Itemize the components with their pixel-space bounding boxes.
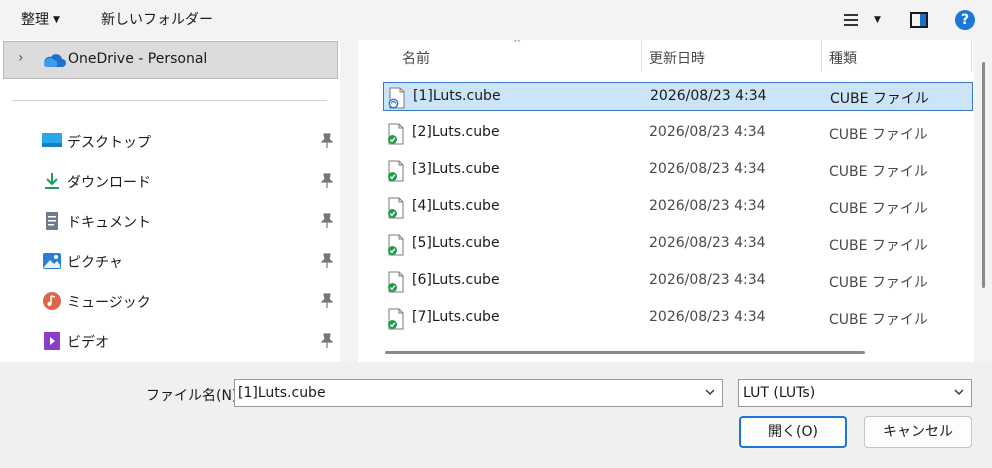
- file-type: CUBE ファイル: [829, 312, 928, 328]
- chevron-down-icon: ▼: [53, 15, 60, 25]
- nav-divider: [12, 100, 327, 101]
- organize-label: 整理: [21, 12, 49, 28]
- document-icon: [46, 212, 58, 230]
- file-icon: [388, 308, 404, 330]
- view-options-button[interactable]: ▼: [840, 8, 884, 32]
- horizontal-scrollbar[interactable]: [385, 351, 865, 354]
- filetype-select[interactable]: LUT (LUTs): [738, 379, 972, 407]
- file-type: CUBE ファイル: [829, 201, 928, 217]
- file-date: 2026/08/23 4:34: [649, 309, 766, 325]
- column-divider[interactable]: [821, 40, 822, 72]
- file-type: CUBE ファイル: [830, 91, 929, 107]
- filename-label: ファイル名(N):: [146, 388, 243, 404]
- file-name: [6]Luts.cube: [412, 272, 500, 288]
- nav-item-onedrive[interactable]: › OneDrive - Personal: [3, 41, 338, 79]
- chevron-right-icon[interactable]: ›: [18, 50, 24, 66]
- nav-item-pictures[interactable]: ピクチャ: [0, 244, 340, 278]
- new-folder-button[interactable]: 新しいフォルダー: [101, 8, 213, 32]
- nav-item-desktop[interactable]: デスクトップ: [0, 124, 340, 158]
- column-type[interactable]: 種類: [829, 48, 857, 68]
- file-name: [5]Luts.cube: [412, 235, 500, 251]
- nav-item-music[interactable]: ミュージック: [0, 284, 340, 318]
- file-type: CUBE ファイル: [829, 164, 928, 180]
- vertical-scrollbar[interactable]: [982, 62, 985, 288]
- pane-splitter[interactable]: [340, 40, 358, 362]
- file-list: ^ 名前 更新日時 種類 [1]Luts.cube 2026/08/23 4:34…: [358, 40, 992, 362]
- cancel-button[interactable]: キャンセル: [864, 416, 972, 448]
- file-type: CUBE ファイル: [829, 275, 928, 291]
- file-icon: [388, 234, 404, 256]
- pin-icon[interactable]: [320, 173, 334, 189]
- chevron-down-icon[interactable]: [952, 384, 966, 400]
- nav-item-label: ドキュメント: [67, 215, 151, 231]
- table-row[interactable]: [2]Luts.cube 2026/08/23 4:34 CUBE ファイル: [383, 119, 973, 148]
- nav-item-label: ダウンロード: [67, 175, 151, 191]
- nav-item-label: ビデオ: [67, 335, 109, 351]
- organize-button[interactable]: 整理 ▼: [21, 8, 60, 32]
- file-date: 2026/08/23 4:34: [649, 161, 766, 177]
- music-icon: [43, 292, 61, 310]
- preview-pane-icon[interactable]: [910, 12, 928, 28]
- onedrive-cloud-icon: [44, 54, 66, 67]
- file-date: 2026/08/23 4:34: [649, 235, 766, 251]
- filename-input[interactable]: [1]Luts.cube: [234, 379, 723, 407]
- pin-icon[interactable]: [320, 333, 334, 349]
- open-button[interactable]: 開く(O): [739, 416, 847, 448]
- video-icon: [44, 332, 60, 350]
- column-header: ^ 名前 更新日時 種類: [358, 40, 992, 74]
- table-row[interactable]: [6]Luts.cube 2026/08/23 4:34 CUBE ファイル: [383, 267, 973, 296]
- nav-item-documents[interactable]: ドキュメント: [0, 204, 340, 238]
- file-date: 2026/08/23 4:34: [650, 88, 767, 104]
- pictures-icon: [43, 253, 61, 269]
- nav-item-label: ピクチャ: [67, 255, 123, 271]
- navigation-pane: › OneDrive - Personal デスクトップ ダウンロード ドキュメ…: [0, 40, 340, 362]
- command-bar: 整理 ▼ 新しいフォルダー ▼ ?: [0, 0, 992, 40]
- file-icon: [388, 123, 404, 145]
- nav-item-videos[interactable]: ビデオ: [0, 324, 340, 358]
- nav-item-label: ミュージック: [67, 295, 151, 311]
- file-type: CUBE ファイル: [829, 238, 928, 254]
- file-name: [1]Luts.cube: [413, 88, 501, 104]
- column-divider[interactable]: [641, 40, 642, 72]
- desktop-icon: [42, 133, 62, 147]
- file-icon: [388, 87, 405, 109]
- table-row[interactable]: [3]Luts.cube 2026/08/23 4:34 CUBE ファイル: [383, 156, 973, 185]
- chevron-down-icon[interactable]: [703, 384, 717, 400]
- file-name: [3]Luts.cube: [412, 161, 500, 177]
- chevron-down-icon: ▼: [874, 15, 881, 25]
- column-name[interactable]: 名前: [402, 48, 430, 68]
- list-view-icon: [844, 14, 858, 29]
- pin-icon[interactable]: [320, 293, 334, 309]
- help-icon[interactable]: ?: [955, 10, 975, 30]
- column-date[interactable]: 更新日時: [649, 48, 705, 68]
- file-date: 2026/08/23 4:34: [649, 124, 766, 140]
- table-row[interactable]: [4]Luts.cube 2026/08/23 4:34 CUBE ファイル: [383, 193, 973, 222]
- nav-item-label: デスクトップ: [67, 135, 151, 151]
- file-type: CUBE ファイル: [829, 127, 928, 143]
- dialog-footer: ファイル名(N): [1]Luts.cube LUT (LUTs) 開く(O) …: [0, 362, 992, 468]
- table-row[interactable]: [1]Luts.cube 2026/08/23 4:34 CUBE ファイル: [383, 82, 973, 111]
- onedrive-label: OneDrive - Personal: [68, 51, 208, 67]
- file-name: [4]Luts.cube: [412, 198, 500, 214]
- table-row[interactable]: [5]Luts.cube 2026/08/23 4:34 CUBE ファイル: [383, 230, 973, 259]
- pin-icon[interactable]: [320, 213, 334, 229]
- file-icon: [388, 271, 404, 293]
- file-date: 2026/08/23 4:34: [649, 272, 766, 288]
- download-icon: [45, 173, 59, 189]
- nav-item-downloads[interactable]: ダウンロード: [0, 164, 340, 198]
- file-icon: [388, 160, 404, 182]
- table-row[interactable]: [7]Luts.cube 2026/08/23 4:34 CUBE ファイル: [383, 304, 973, 333]
- file-name: [2]Luts.cube: [412, 124, 500, 140]
- pin-icon[interactable]: [320, 253, 334, 269]
- file-name: [7]Luts.cube: [412, 309, 500, 325]
- sort-ascending-icon: ^: [513, 40, 522, 49]
- file-icon: [388, 197, 404, 219]
- pin-icon[interactable]: [320, 133, 334, 149]
- file-date: 2026/08/23 4:34: [649, 198, 766, 214]
- column-divider[interactable]: [971, 40, 972, 72]
